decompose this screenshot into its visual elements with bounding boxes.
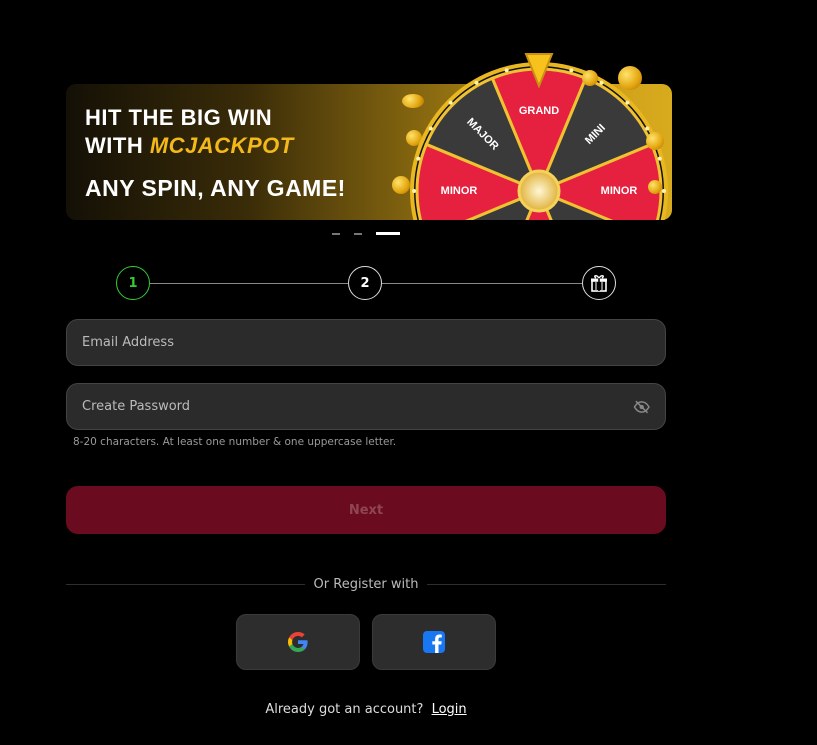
coin-icon (648, 180, 662, 194)
prize-wheel: GRAND MINI MINOR MAJOR GR MINI MINOR MAJOR (408, 50, 670, 220)
step-1: 1 (116, 266, 150, 300)
wheel-rim-light (428, 126, 433, 131)
wheel-rim-light (504, 68, 509, 73)
wheel-label: MINOR (441, 185, 478, 197)
step-reward (582, 266, 616, 300)
google-signup-button[interactable] (236, 614, 360, 670)
banner-line-2-prefix: WITH (85, 133, 144, 158)
wheel-rim-light (662, 189, 666, 193)
stepper-connector (382, 283, 582, 284)
password-hint: 8-20 characters. At least one number & o… (73, 436, 397, 448)
wheel-rim-light (599, 80, 604, 85)
wheel-hub (517, 169, 561, 213)
banner-line-1: HIT THE BIG WIN (85, 105, 273, 130)
coin-icon (646, 132, 664, 150)
wheel-rim-light (474, 80, 479, 85)
wheel-rim-light (657, 156, 662, 161)
registration-stepper: 1 2 (116, 266, 616, 300)
divider-line (66, 583, 305, 585)
wheel-rim-light (569, 68, 574, 73)
wheel-label: GRAND (519, 105, 559, 117)
divider-line (427, 583, 667, 585)
stepper-connector (150, 283, 348, 284)
brand-logo-text: MCJACKPOT (149, 133, 294, 158)
wheel-rim-light (416, 156, 421, 161)
next-button[interactable]: Next (66, 486, 666, 534)
banner-line-2: WITH MCJACKPOT (85, 132, 346, 160)
pager-dot[interactable] (332, 232, 340, 235)
banner-pager (332, 232, 400, 235)
pager-dot[interactable] (354, 232, 362, 235)
step-2: 2 (348, 266, 382, 300)
wheel-label: MINOR (601, 185, 638, 197)
password-field-container[interactable] (66, 383, 666, 430)
coin-icon (618, 66, 642, 90)
gift-icon (591, 275, 607, 292)
banner-headline: HIT THE BIG WIN WITH MCJACKPOT ANY SPIN,… (85, 104, 346, 202)
login-link[interactable]: Login (432, 702, 467, 717)
facebook-icon (423, 631, 445, 653)
eye-off-icon[interactable] (633, 398, 650, 416)
login-prompt-text: Already got an account? (265, 702, 424, 717)
wheel-rim-light (645, 126, 650, 131)
google-icon (288, 632, 308, 652)
wheel-rim-light (448, 100, 453, 105)
coin-icon (582, 70, 598, 86)
wheel-rim-light (412, 189, 416, 193)
wheel-rim-light (625, 100, 630, 105)
social-divider: Or Register with (66, 574, 667, 594)
divider-text: Or Register with (313, 576, 419, 592)
password-input[interactable] (82, 399, 633, 414)
pager-dot-active[interactable] (376, 232, 400, 235)
login-prompt: Already got an account? Login (0, 702, 732, 717)
banner-line-3: ANY SPIN, ANY GAME! (85, 175, 346, 201)
facebook-signup-button[interactable] (372, 614, 496, 670)
email-input[interactable] (82, 335, 650, 350)
email-field-container[interactable] (66, 319, 666, 366)
